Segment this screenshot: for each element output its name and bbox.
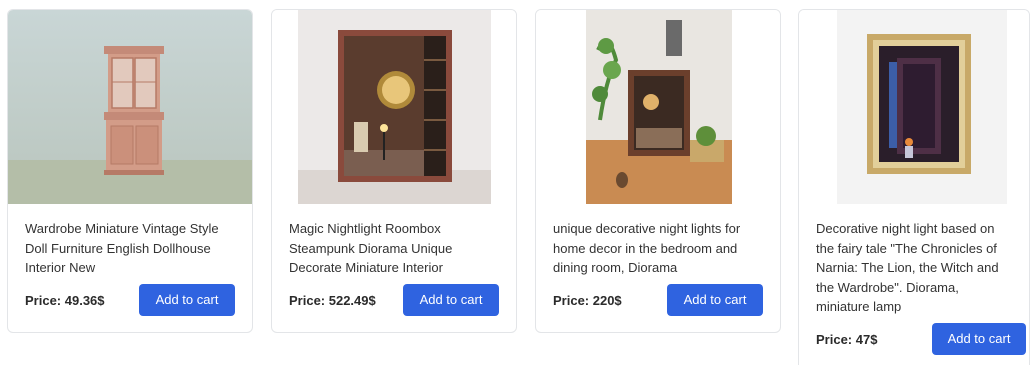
product-title: Wardrobe Miniature Vintage Style Doll Fu…: [25, 221, 219, 275]
add-to-cart-button[interactable]: Add to cart: [403, 284, 499, 316]
product-price: Price: 220$: [553, 293, 622, 308]
product-image-narnia-night-light[interactable]: [799, 10, 1029, 204]
add-to-cart-button[interactable]: Add to cart: [667, 284, 763, 316]
product-card: Wardrobe Miniature Vintage Style Doll Fu…: [7, 9, 253, 333]
product-title: unique decorative night lights for home …: [553, 221, 741, 275]
product-price: Price: 522.49$: [289, 293, 376, 308]
product-card: unique decorative night lights for home …: [535, 9, 781, 333]
product-card: Decorative night light based on the fair…: [798, 9, 1030, 365]
product-price: Price: 47$: [816, 332, 878, 347]
product-image-night-light-diorama[interactable]: [536, 10, 780, 204]
product-title: Decorative night light based on the fair…: [816, 221, 999, 314]
product-card: Magic Nightlight Roombox Steampunk Diora…: [271, 9, 517, 333]
product-title: Magic Nightlight Roombox Steampunk Diora…: [289, 221, 453, 275]
add-to-cart-button[interactable]: Add to cart: [139, 284, 235, 316]
product-image-wardrobe[interactable]: [8, 10, 252, 204]
product-image-steampunk-roombox[interactable]: [272, 10, 516, 204]
add-to-cart-button[interactable]: Add to cart: [932, 323, 1026, 355]
product-price: Price: 49.36$: [25, 293, 105, 308]
